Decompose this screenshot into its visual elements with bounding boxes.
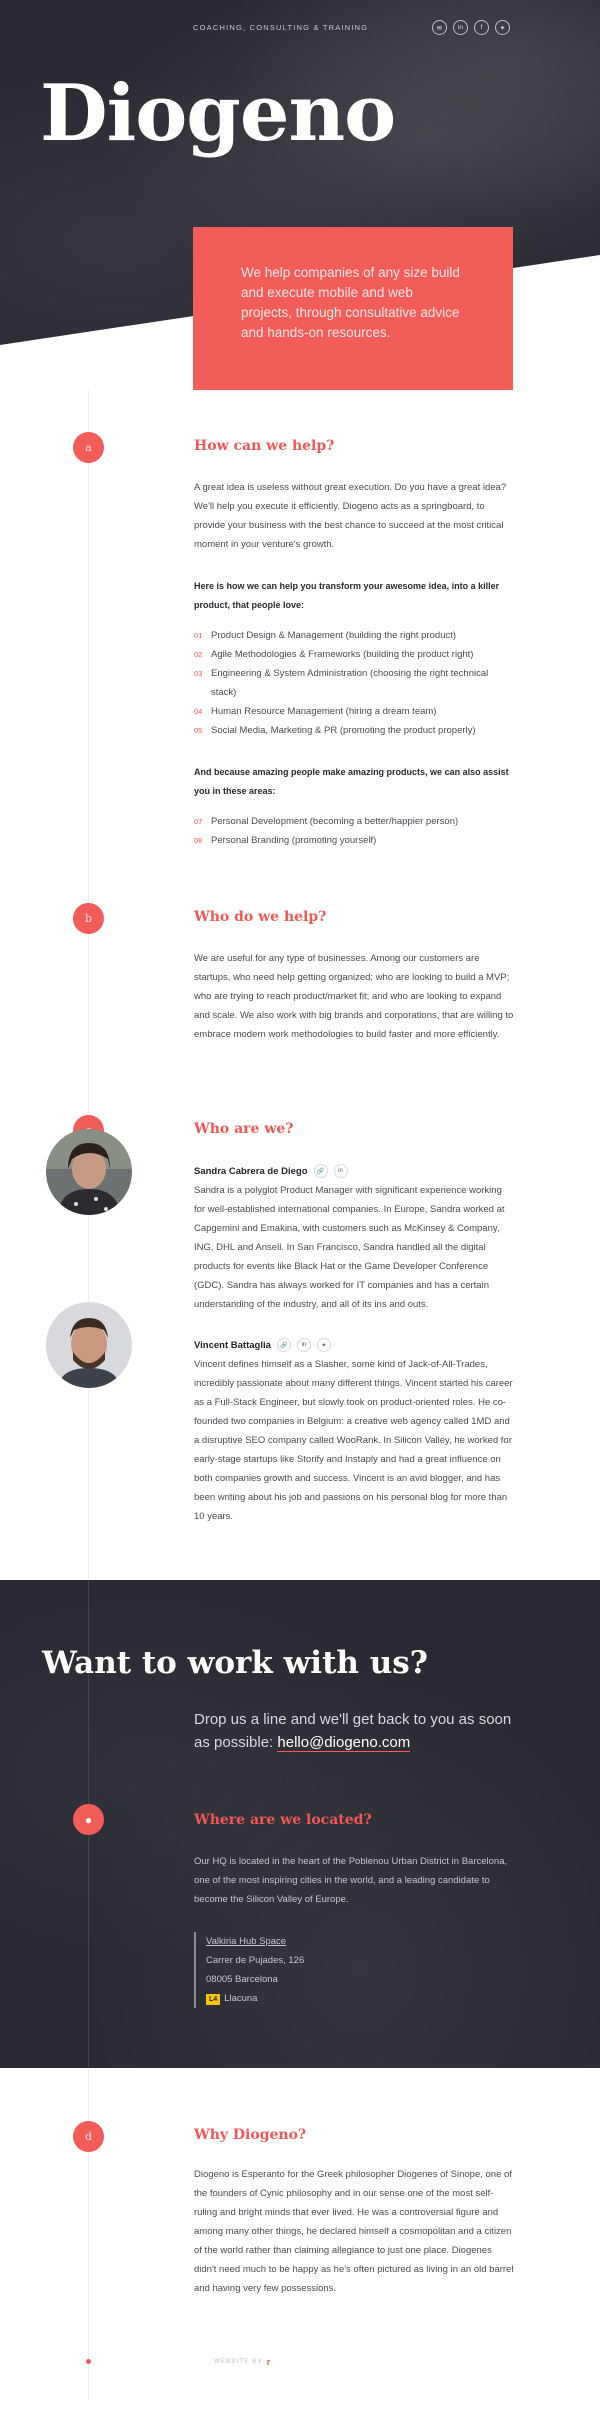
metro-info: L4 Llacuna — [206, 1989, 304, 2008]
location-title: Where are we located? — [194, 1812, 372, 1828]
list-item: 02 Agile Methodologies & Frameworks (buil… — [194, 649, 474, 660]
help-title: How can we help? — [194, 438, 335, 454]
avatar — [46, 1129, 132, 1215]
footer-dot — [86, 2359, 91, 2364]
address-block: Valkiria Hub Space Carrer de Pujades, 12… — [194, 1932, 304, 2008]
help-lead-2: And because amazing people make amazing … — [194, 767, 509, 796]
help-intro: A great idea is useless without great ex… — [194, 482, 507, 550]
footer-credit[interactable]: WEBSITE BY r — [214, 2357, 270, 2367]
why-title: Why Diogeno? — [194, 2127, 307, 2143]
help-services-list: 01 Product Design & Management (building … — [194, 626, 514, 740]
tagline: COACHING, CONSULTING & TRAINING — [193, 23, 369, 32]
email-link[interactable]: hello@diogeno.com — [277, 1734, 411, 1752]
site-logo[interactable]: Diogeno — [40, 68, 396, 159]
help-personal-list: 07 Personal Development (becoming a bette… — [194, 812, 514, 850]
twitter-icon[interactable]: ✦ — [316, 1338, 331, 1352]
who-help-title: Who do we help? — [194, 909, 327, 925]
section-marker-b: b — [73, 903, 104, 934]
email-icon[interactable]: ✉ — [432, 20, 447, 35]
person-header-sandra: Sandra Cabrera de Diego 🔗 in — [194, 1164, 348, 1178]
facebook-icon[interactable]: f — [474, 20, 489, 35]
link-icon[interactable]: 🔗 — [313, 1164, 328, 1178]
work-title: Want to work with us? — [42, 1645, 428, 1681]
person-bio-vincent: Vincent defines himself as a Slasher, so… — [194, 1359, 513, 1522]
linkedin-icon[interactable]: in — [453, 20, 468, 35]
location-text: Our HQ is located in the heart of the Po… — [194, 1856, 508, 1905]
list-item: 07 Personal Development (becoming a bette… — [194, 816, 459, 827]
link-icon[interactable]: 🔗 — [276, 1338, 291, 1352]
avatar — [46, 1302, 132, 1388]
linkedin-icon[interactable]: in — [296, 1338, 311, 1352]
contact-section: Want to work with us? Drop us a line and… — [0, 1580, 600, 2068]
who-are-title: Who are we? — [194, 1121, 294, 1137]
twitter-icon[interactable]: ✦ — [495, 20, 510, 35]
address-venue-link[interactable]: Valkiria Hub Space — [206, 1932, 304, 1951]
address-street: Carrer de Pujades, 126 — [206, 1955, 305, 1966]
linkedin-icon[interactable]: in — [333, 1164, 348, 1178]
list-item: 04 Human Resource Management (hiring a dr… — [194, 706, 437, 717]
intro-text: We help companies of any size build and … — [241, 265, 460, 340]
address-city: 08005 Barcelona — [206, 1974, 278, 1985]
why-text: Diogeno is Esperanto for the Greek philo… — [194, 2169, 514, 2294]
help-lead-1: Here is how we can help you transform yo… — [194, 581, 500, 610]
list-item: 08 Personal Branding (promoting yourself) — [194, 835, 377, 846]
section-marker-a: a — [73, 432, 104, 463]
social-links: ✉ in f ✦ — [432, 20, 510, 35]
who-help-text: We are useful for any type of businesses… — [194, 953, 514, 1040]
metro-station: Llacuna — [224, 1993, 258, 2004]
person-name: Sandra Cabrera de Diego — [194, 1165, 308, 1177]
list-item: 01 Product Design & Management (building … — [194, 630, 457, 641]
timeline-line — [88, 390, 89, 2400]
intro-box: We help companies of any size build and … — [193, 227, 513, 390]
metro-line-badge: L4 — [206, 1994, 221, 2005]
work-subtitle: Drop us a line and we'll get back to you… — [194, 1711, 512, 1752]
section-marker-d: d — [73, 2121, 104, 2152]
person-name: Vincent Battaglia — [194, 1339, 271, 1351]
person-bio-sandra: Sandra is a polyglot Product Manager wit… — [194, 1185, 505, 1310]
list-item: 05 Social Media, Marketing & PR (promotin… — [194, 725, 476, 736]
map-pin-icon: ● — [73, 1804, 104, 1835]
person-header-vincent: Vincent Battaglia 🔗 in ✦ — [194, 1338, 331, 1352]
list-item: 03 Engineering & System Administration (c… — [194, 668, 489, 698]
agency-logo-icon: r — [266, 2357, 271, 2367]
